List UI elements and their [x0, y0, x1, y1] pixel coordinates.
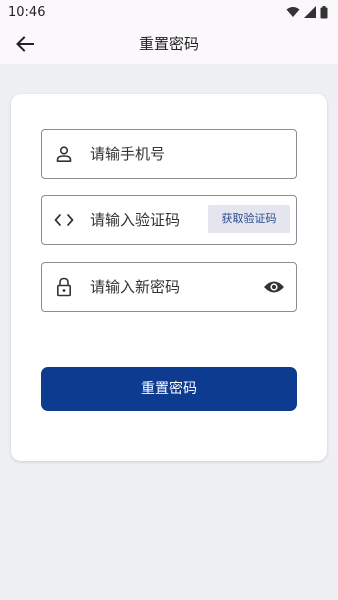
- status-time: 10:46: [8, 4, 46, 20]
- phone-field[interactable]: [41, 129, 297, 179]
- new-password-input[interactable]: [90, 263, 240, 311]
- phone-input[interactable]: [90, 130, 240, 178]
- code-field[interactable]: 获取验证码: [41, 195, 297, 245]
- get-code-button[interactable]: 获取验证码: [208, 205, 290, 233]
- code-brackets-icon: [54, 210, 74, 230]
- password-field[interactable]: [41, 262, 297, 312]
- reset-password-card: 获取验证码 重置密码: [11, 94, 327, 461]
- eye-icon: [264, 281, 284, 293]
- password-visibility-toggle[interactable]: [262, 276, 286, 298]
- signal-icon: [304, 6, 316, 18]
- wifi-icon: [286, 7, 300, 17]
- status-bar: 10:46: [0, 0, 338, 24]
- status-icons: [286, 5, 328, 19]
- app-bar: 重置密码: [0, 24, 338, 64]
- page-title: 重置密码: [138, 35, 199, 53]
- back-button[interactable]: [12, 32, 38, 56]
- arrow-left-icon: [16, 36, 34, 52]
- person-icon: [54, 144, 74, 164]
- battery-icon: [320, 5, 328, 18]
- lock-icon: [54, 277, 74, 297]
- reset-password-button[interactable]: 重置密码: [41, 367, 297, 411]
